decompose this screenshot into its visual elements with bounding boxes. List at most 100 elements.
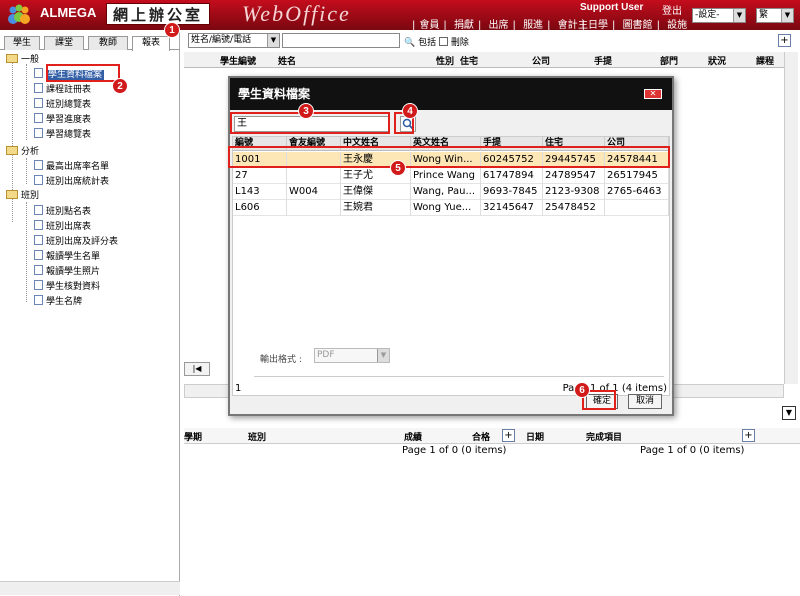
people-logo-icon xyxy=(8,4,30,24)
tree-item-student-verify[interactable]: 學生核對資料 xyxy=(34,280,100,293)
add-completed-button[interactable]: + xyxy=(742,429,755,442)
col-date[interactable]: 日期 xyxy=(526,430,544,443)
vertical-scrollbar[interactable] xyxy=(784,52,798,384)
result-cell: 25478452 xyxy=(543,200,605,216)
result-cell xyxy=(287,168,341,184)
tree-item-name-tags[interactable]: 學生名牌 xyxy=(34,295,82,308)
chevron-down-icon: ▼ xyxy=(267,34,279,47)
expand-panel-button[interactable]: ▼ xyxy=(782,406,796,420)
close-icon[interactable]: ✕ xyxy=(644,89,662,99)
step-marker: 5 xyxy=(390,160,406,176)
add-grade-button[interactable]: + xyxy=(502,429,515,442)
col-office[interactable]: 公司 xyxy=(532,54,550,67)
nav-facilities[interactable]: 設施 xyxy=(667,20,687,31)
nav-sunday-school[interactable]: 主日學 xyxy=(578,20,608,31)
document-icon xyxy=(34,175,43,185)
step-marker: 4 xyxy=(402,103,418,119)
document-icon xyxy=(34,128,43,138)
brand-chinese-name: 網上辦公室 xyxy=(106,3,211,25)
cancel-button[interactable]: 取消 xyxy=(628,394,662,409)
step-marker: 3 xyxy=(298,103,314,119)
tree-item-learning-overview[interactable]: 學習總覽表 xyxy=(34,128,91,141)
col-mobile[interactable]: 手提 xyxy=(594,54,612,67)
student-grid-header: 學生編號 姓名 性別 住宅 公司 手提 部門 狀況 課程 xyxy=(184,52,784,68)
left-panel: 學生 課堂 教師 報表 一般 學生資料檔案 課程註冊表 班別總覽表 學習進度表 … xyxy=(0,30,180,596)
result-cell: W004 xyxy=(287,184,341,200)
top-nav-2: 主日學 | 圖書館 | 設施 xyxy=(578,20,688,31)
result-cell: 王偉傑 xyxy=(341,184,411,200)
document-icon xyxy=(34,265,43,275)
tree-item-class-overview[interactable]: 班別總覽表 xyxy=(34,98,91,111)
tree-item-class-attendance[interactable]: 班別出席表 xyxy=(34,220,91,233)
result-row[interactable]: L143 W004 王偉傑 Wang, Pau... 9693-7845 2123-930… xyxy=(233,184,669,200)
tree-group-analysis[interactable]: 分析 xyxy=(6,146,39,159)
result-row[interactable]: L606 王婉君 Wong Yue... 32145647 25478452 xyxy=(233,200,669,216)
chevron-down-icon: ▼ xyxy=(733,9,745,22)
col-course[interactable]: 課程 xyxy=(756,54,774,67)
col-home[interactable]: 住宅 xyxy=(460,54,478,67)
dialog-footer-page-input[interactable]: 1 xyxy=(235,383,241,394)
col-grade[interactable]: 成績 xyxy=(404,430,422,443)
step-marker: 6 xyxy=(574,382,590,398)
include-deleted-checkbox[interactable] xyxy=(438,37,448,46)
tree-item-attendance-stats[interactable]: 班別出席統計表 xyxy=(34,175,109,188)
dialog-title: 學生資料檔案 xyxy=(230,78,672,110)
logout-link[interactable]: 登出 xyxy=(662,2,682,17)
nav-accounting[interactable]: 會計 xyxy=(558,20,578,31)
left-horizontal-scrollbar[interactable] xyxy=(0,581,180,595)
nav-members[interactable]: 會員 xyxy=(419,20,439,31)
search-field-select[interactable]: 姓名/編號/電話 ▼ xyxy=(188,33,280,48)
document-icon xyxy=(34,220,43,230)
settings-select[interactable]: -設定- ▼ xyxy=(692,8,746,23)
result-cell: Wong Yue... xyxy=(411,200,481,216)
col-completed[interactable]: 完成項目 xyxy=(586,430,622,443)
tree-item-enrolled-photos[interactable]: 報讀學生照片 xyxy=(34,265,100,278)
col-gender[interactable]: 性別 xyxy=(436,54,454,67)
nav-donation[interactable]: 捐獻 xyxy=(454,20,474,31)
tree-item-roll-call[interactable]: 班別點名表 xyxy=(34,205,91,218)
folder-open-icon xyxy=(6,54,18,63)
col-student-id[interactable]: 學生編號 xyxy=(220,54,256,67)
product-name: WebOffice xyxy=(242,1,351,26)
lower-grid-header: 學期 班別 成績 合格 + 日期 完成項目 + xyxy=(184,428,800,444)
tree-item-enrolled-list[interactable]: 報讀學生名單 xyxy=(34,250,100,263)
nav-attendance[interactable]: 出席 xyxy=(489,20,509,31)
search-toolbar: 姓名/編號/電話 ▼ 🔍 包括 刪除 + xyxy=(184,32,800,50)
nav-ministry[interactable]: 服進 xyxy=(523,20,543,31)
tab-classes[interactable]: 課堂 xyxy=(44,36,84,50)
result-cell: 2765-6463 xyxy=(605,184,669,200)
search-icon[interactable]: 🔍 xyxy=(404,38,415,48)
tree-item-progress[interactable]: 學習進度表 xyxy=(34,113,91,126)
tab-teachers[interactable]: 教師 xyxy=(88,36,128,50)
col-name[interactable]: 姓名 xyxy=(278,54,296,67)
result-cell: 26517945 xyxy=(605,168,669,184)
document-icon xyxy=(34,295,43,305)
tree-group-general[interactable]: 一般 xyxy=(6,54,39,67)
export-format-label: 輸出格式 : xyxy=(260,355,302,365)
col-class[interactable]: 班別 xyxy=(248,430,266,443)
tab-students[interactable]: 學生 xyxy=(4,36,40,50)
result-row[interactable]: 27 王子尤 Prince Wang 61747894 24789547 26517945 xyxy=(233,168,669,184)
tree-item-top-attendance[interactable]: 最高出席率名單 xyxy=(34,160,109,173)
col-term[interactable]: 學期 xyxy=(184,430,202,443)
tree-item-attendance-grading[interactable]: 班別出席及評分表 xyxy=(34,235,118,248)
nav-library[interactable]: 圖書館 xyxy=(623,20,653,31)
first-page-button[interactable]: |◀ xyxy=(184,362,210,376)
left-tabs: 學生 課堂 教師 報表 xyxy=(0,34,180,51)
tree-item-course-registration[interactable]: 課程註冊表 xyxy=(34,83,91,96)
document-icon xyxy=(34,83,43,93)
user-name: Support User xyxy=(580,2,644,13)
search-input[interactable] xyxy=(282,33,400,48)
result-cell: 27 xyxy=(233,168,287,184)
col-pass[interactable]: 合格 xyxy=(472,430,490,443)
col-status[interactable]: 狀況 xyxy=(708,54,726,67)
language-select[interactable]: 繁 ▼ xyxy=(756,8,794,23)
dialog-divider xyxy=(254,376,664,377)
col-department[interactable]: 部門 xyxy=(660,54,678,67)
folder-open-icon xyxy=(6,190,18,199)
pager: |◀ xyxy=(184,362,234,378)
export-format-select[interactable]: PDF ▼ xyxy=(314,348,390,363)
tab-reports[interactable]: 報表 xyxy=(132,36,170,51)
add-button[interactable]: + xyxy=(778,34,791,47)
tree-group-class[interactable]: 班別 xyxy=(6,190,39,203)
